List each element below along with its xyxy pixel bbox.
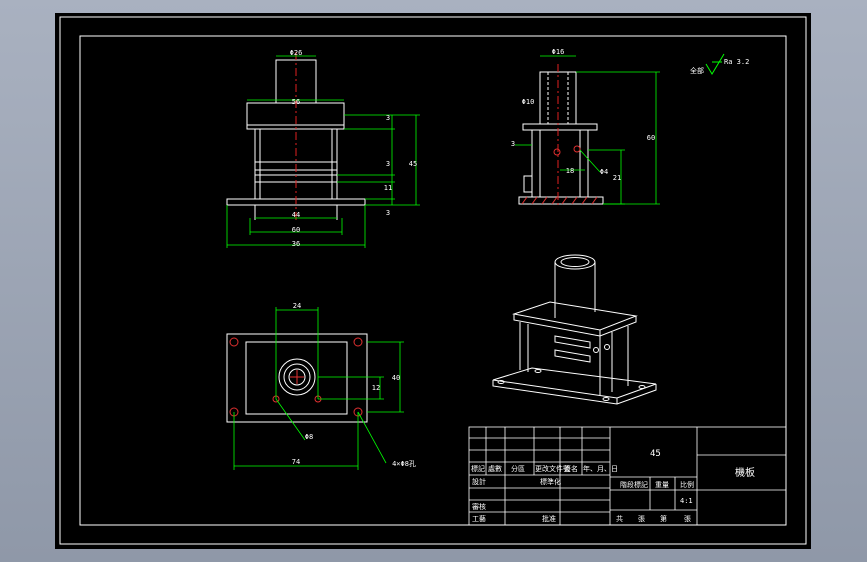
dim-top-diameter: Φ26: [290, 49, 303, 57]
tb-label-mark: 標記: [471, 464, 485, 473]
tb-label-date: 年、月、日: [583, 464, 618, 473]
roughness-value: Ra 3.2: [724, 58, 749, 66]
tb-label-sign: 簽名: [564, 464, 578, 473]
drawing-sheet: Φ26 56 44 60 36 3 3 11 3 45 Φ16 Φ10 3 18…: [55, 13, 811, 549]
dim-hole-spacing: 24: [293, 302, 301, 310]
tb-scale-value: 4:1: [680, 497, 693, 505]
drawing-area: [55, 13, 811, 549]
tb-label-approve: 批准: [542, 514, 556, 523]
dim-hole-offset: 18: [566, 167, 574, 175]
cad-window-frame: Φ26 56 44 60 36 3 3 11 3 45 Φ16 Φ10 3 18…: [0, 0, 867, 562]
dim-flange-thickness: 3: [511, 140, 515, 148]
tb-label-process: 工藝: [472, 514, 486, 523]
tb-label-stage: 階段標記: [620, 480, 648, 489]
dim-mounting-holes: 4×Φ8孔: [392, 460, 416, 468]
tb-sheet-no-label: 第: [660, 514, 667, 523]
dim-body-width: 44: [292, 211, 300, 219]
dim-mounting-span: 74: [292, 458, 300, 466]
dim-base-width: 36: [292, 240, 300, 248]
dim-top-width: 56: [292, 98, 300, 106]
tb-label-scale: 比例: [680, 480, 694, 489]
dim-side-total: 60: [647, 134, 655, 142]
dim-slot-h: 3: [386, 160, 390, 168]
dim-bore-diameter: Φ10: [522, 98, 535, 106]
dim-base-h: 3: [386, 209, 390, 217]
tb-material: 45: [650, 449, 661, 459]
tb-total-label: 共: [616, 514, 623, 523]
dim-plate-h1: 3: [386, 114, 390, 122]
dim-base-inner: 60: [292, 226, 300, 234]
dim-total-h: 45: [409, 160, 417, 168]
tb-label-count: 處數: [488, 464, 502, 473]
dim-hole-row: 12: [372, 384, 380, 392]
tb-sheet-label: 張: [684, 515, 691, 523]
tb-part-title: 機板: [735, 466, 755, 479]
tb-label-review: 審核: [472, 502, 486, 511]
tb-label-standard: 標準化: [540, 477, 561, 486]
tb-label-weight: 重量: [655, 481, 669, 489]
dim-bolt-hole: Φ8: [305, 433, 313, 441]
dim-gap-h: 11: [384, 184, 392, 192]
tb-label-design: 設計: [472, 477, 486, 486]
roughness-label: 全部: [690, 66, 704, 75]
tb-label-zone: 分區: [511, 464, 525, 473]
dim-hole-height: 21: [613, 174, 621, 182]
dim-small-hole: Φ4: [600, 168, 608, 176]
dim-tube-diameter: Φ16: [552, 48, 565, 56]
dim-plate-depth: 40: [392, 374, 400, 382]
tb-sheets-label: 張: [638, 515, 645, 523]
